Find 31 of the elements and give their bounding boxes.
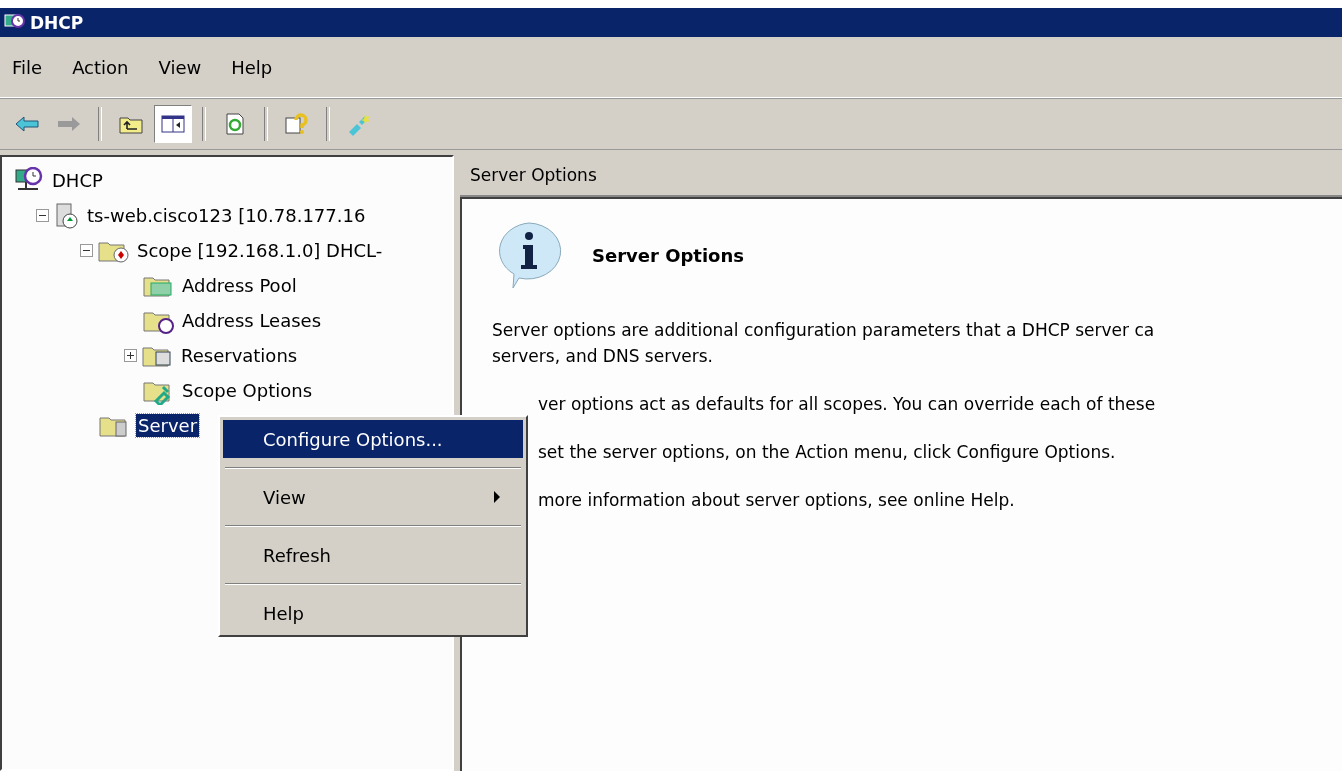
show-tree-button[interactable]: [154, 105, 192, 143]
tree-item[interactable]: Reservations: [179, 344, 300, 367]
menu-item[interactable]: File: [12, 54, 43, 80]
menu-item[interactable]: Help: [231, 54, 273, 80]
collapse-icon[interactable]: [80, 244, 93, 257]
tree-item[interactable]: Address Leases: [180, 309, 324, 332]
tree-item[interactable]: ts-web.cisco123 [10.78.177.16: [85, 204, 368, 227]
help-icon: [284, 112, 310, 136]
section-title: Server Options: [592, 244, 744, 266]
window-title: DHCP: [30, 12, 84, 33]
refresh-icon: [223, 112, 247, 136]
server-icon: [53, 201, 81, 230]
description-text: set the server options, on the Action menu, click Configure Options.: [538, 441, 1117, 464]
tree-item[interactable]: Server: [136, 414, 200, 437]
menu-item[interactable]: Action: [72, 54, 129, 80]
tree-item[interactable]: DHCP: [50, 169, 105, 192]
tree-item[interactable]: Scope [192.168.1.0] DHCL-: [135, 239, 385, 262]
forward-arrow-icon: [56, 114, 82, 134]
description-text: Server options are additional configuration parameters that a DHCP server ca servers, and DNS servers.: [492, 319, 1156, 368]
menu-item[interactable]: View: [158, 54, 202, 80]
menu-item[interactable]: View: [263, 486, 306, 508]
panel-icon: [160, 113, 186, 135]
expand-icon[interactable]: [124, 349, 137, 362]
menu-item[interactable]: Refresh: [263, 544, 331, 566]
collapse-icon[interactable]: [36, 209, 49, 222]
menu-item[interactable]: Help: [263, 602, 305, 624]
tree-item[interactable]: Scope Options: [180, 379, 314, 402]
back-arrow-icon: [14, 114, 40, 134]
tree-item[interactable]: Address Pool: [180, 274, 299, 297]
description-text: ver options act as defaults for all scopes. You can override each of these: [538, 393, 1157, 416]
description-text: more information about server options, see online Help.: [538, 489, 1016, 512]
